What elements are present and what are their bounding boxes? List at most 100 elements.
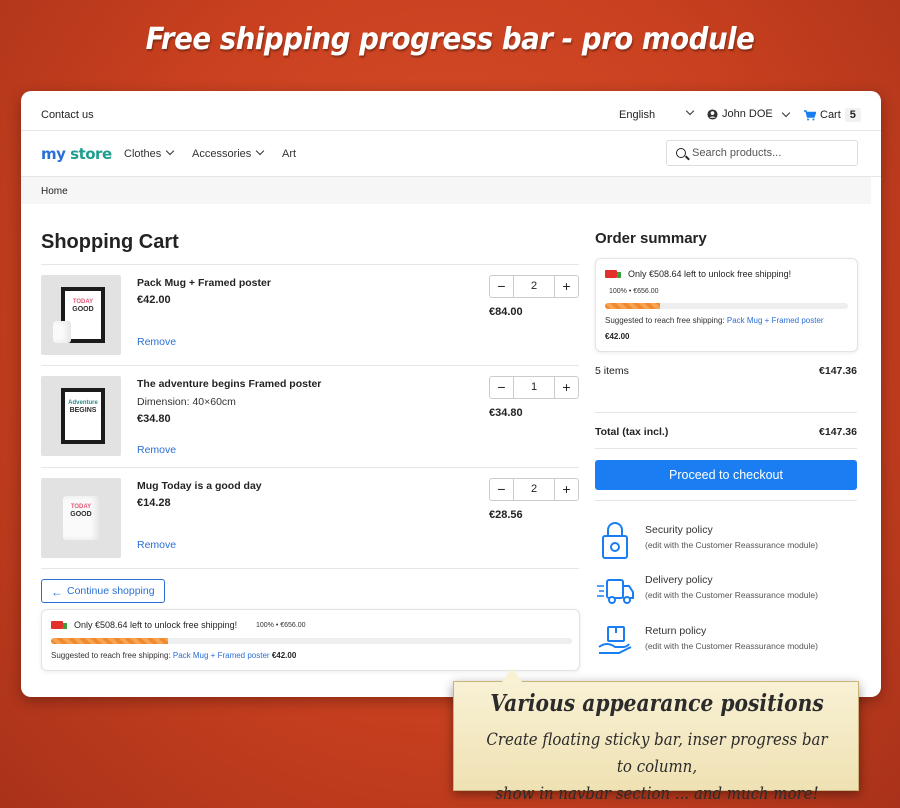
- return-box-icon: [598, 626, 632, 654]
- cart-label: Cart: [820, 109, 841, 121]
- reassurance-subtitle: (edit with the Customer Reassurance modu…: [645, 590, 818, 600]
- free-shipping-panel-summary: Only €508.64 left to unlock free shippin…: [595, 258, 858, 352]
- feature-callout: Various appearance positions Create floa…: [453, 668, 859, 804]
- plus-button[interactable]: +: [555, 479, 578, 500]
- truck-icon: [51, 621, 67, 629]
- plus-button[interactable]: +: [555, 377, 578, 398]
- reassurance-title: Return policy: [645, 625, 707, 637]
- quantity-value[interactable]: 1: [513, 377, 555, 398]
- product-price: €34.80: [137, 413, 171, 425]
- top-bar: Contact us English John DOE Cart 5: [21, 91, 881, 131]
- line-total: €34.80: [489, 407, 523, 419]
- items-subtotal: €147.36: [819, 365, 857, 377]
- breadcrumb-home[interactable]: Home: [41, 186, 68, 197]
- quantity-stepper[interactable]: −1 +: [489, 376, 579, 399]
- free-shipping-panel-bottom: Only €508.64 left to unlock free shippin…: [41, 609, 580, 671]
- language-label: English: [619, 109, 656, 121]
- progress-fill: [51, 638, 169, 644]
- cart-link[interactable]: Cart 5: [804, 108, 861, 122]
- divider: [595, 448, 857, 449]
- suggested-price: €42.00: [605, 332, 630, 341]
- divider: [41, 467, 579, 468]
- plus-button[interactable]: +: [555, 276, 578, 297]
- total-row: Total (tax incl.) €147.36: [595, 426, 857, 438]
- reassurance-title: Delivery policy: [645, 574, 713, 586]
- user-menu[interactable]: John DOE: [707, 108, 790, 120]
- nav-item-art[interactable]: Art: [282, 148, 296, 160]
- items-row: 5 items €147.36: [595, 365, 857, 377]
- suggestion: Suggested to reach free shipping: Pack M…: [605, 316, 824, 325]
- chevron-down-icon: [685, 106, 695, 116]
- continue-shopping-button[interactable]: ← Continue shopping: [41, 579, 165, 603]
- total-label: Total (tax incl.): [595, 426, 669, 438]
- product-dimension: Dimension: 40×60cm: [137, 396, 236, 408]
- minus-button[interactable]: −: [490, 479, 513, 500]
- chevron-down-icon: [166, 146, 175, 156]
- quantity-value[interactable]: 2: [513, 479, 555, 500]
- user-icon: [707, 108, 718, 120]
- user-name: John DOE: [722, 108, 773, 120]
- divider: [41, 365, 579, 366]
- banner-title: Free shipping progress bar - pro module: [145, 22, 755, 57]
- free-shipping-message: Only €508.64 left to unlock free shippin…: [628, 269, 792, 279]
- suggestion: Suggested to reach free shipping: Pack M…: [51, 651, 297, 660]
- main-navbar: my store Clothes Accessories Art Search …: [21, 131, 881, 177]
- product-price: €14.28: [137, 497, 171, 509]
- quantity-stepper[interactable]: −2 +: [489, 275, 579, 298]
- contact-link[interactable]: Contact us: [41, 109, 94, 121]
- store-window: Contact us English John DOE Cart 5 my st…: [21, 91, 881, 697]
- progress-label: 100% • €656.00: [256, 622, 306, 629]
- divider: [41, 568, 579, 569]
- callout-title: Various appearance positions: [490, 690, 824, 717]
- remove-link[interactable]: Remove: [137, 444, 176, 456]
- product-image[interactable]: TODAY GOOD: [41, 478, 121, 558]
- product-price: €42.00: [137, 294, 171, 306]
- cart-icon: [804, 109, 816, 120]
- minus-button[interactable]: −: [490, 276, 513, 297]
- nav-item-clothes[interactable]: Clothes: [124, 146, 175, 160]
- product-name[interactable]: Pack Mug + Framed poster: [137, 277, 271, 289]
- product-image[interactable]: Adventure BEGINS: [41, 376, 121, 456]
- poster-frame: Adventure BEGINS: [61, 388, 105, 444]
- minus-button[interactable]: −: [490, 377, 513, 398]
- lock-icon: [602, 522, 628, 559]
- divider: [41, 264, 579, 265]
- reassurance-subtitle: (edit with the Customer Reassurance modu…: [645, 641, 818, 651]
- search-placeholder: Search products...: [692, 147, 782, 159]
- remove-link[interactable]: Remove: [137, 336, 176, 348]
- mug-shape: TODAY GOOD: [63, 496, 99, 540]
- divider: [595, 412, 857, 413]
- progress-fill: [605, 303, 660, 309]
- remove-link[interactable]: Remove: [137, 539, 176, 551]
- total-value: €147.36: [819, 426, 857, 438]
- quantity-stepper[interactable]: −2 +: [489, 478, 579, 501]
- line-total: €84.00: [489, 306, 523, 318]
- cart-count-badge: 5: [844, 108, 861, 122]
- callout-text: Create floating sticky bar, inser progre…: [486, 730, 828, 804]
- divider: [595, 500, 857, 501]
- product-name[interactable]: Mug Today is a good day: [137, 480, 262, 492]
- proceed-to-checkout-button[interactable]: Proceed to checkout: [595, 460, 857, 490]
- free-shipping-message: Only €508.64 left to unlock free shippin…: [74, 620, 238, 630]
- page-title: Shopping Cart: [41, 231, 179, 253]
- search-icon: [676, 148, 686, 158]
- progress-track: [51, 638, 572, 644]
- breadcrumb: Home: [21, 177, 871, 204]
- store-logo[interactable]: my store: [41, 145, 112, 163]
- suggested-product-link[interactable]: Pack Mug + Framed poster: [173, 651, 270, 660]
- truck-icon: [605, 270, 621, 278]
- language-selector[interactable]: English: [619, 106, 695, 121]
- product-name[interactable]: The adventure begins Framed poster: [137, 378, 321, 390]
- suggested-product-link[interactable]: Pack Mug + Framed poster: [727, 316, 824, 325]
- nav-item-accessories[interactable]: Accessories: [192, 146, 265, 160]
- reassurance-subtitle: (edit with the Customer Reassurance modu…: [645, 540, 818, 550]
- product-image[interactable]: TODAY GOOD: [41, 275, 121, 355]
- search-input[interactable]: Search products...: [666, 140, 858, 166]
- chevron-down-icon: [781, 108, 790, 117]
- arrow-left-icon: ←: [51, 585, 63, 599]
- progress-label: 100% • €656.00: [609, 288, 659, 295]
- order-summary-title: Order summary: [595, 230, 707, 247]
- quantity-value[interactable]: 2: [513, 276, 555, 297]
- delivery-truck-icon: [597, 579, 634, 604]
- items-count: 5 items: [595, 365, 629, 377]
